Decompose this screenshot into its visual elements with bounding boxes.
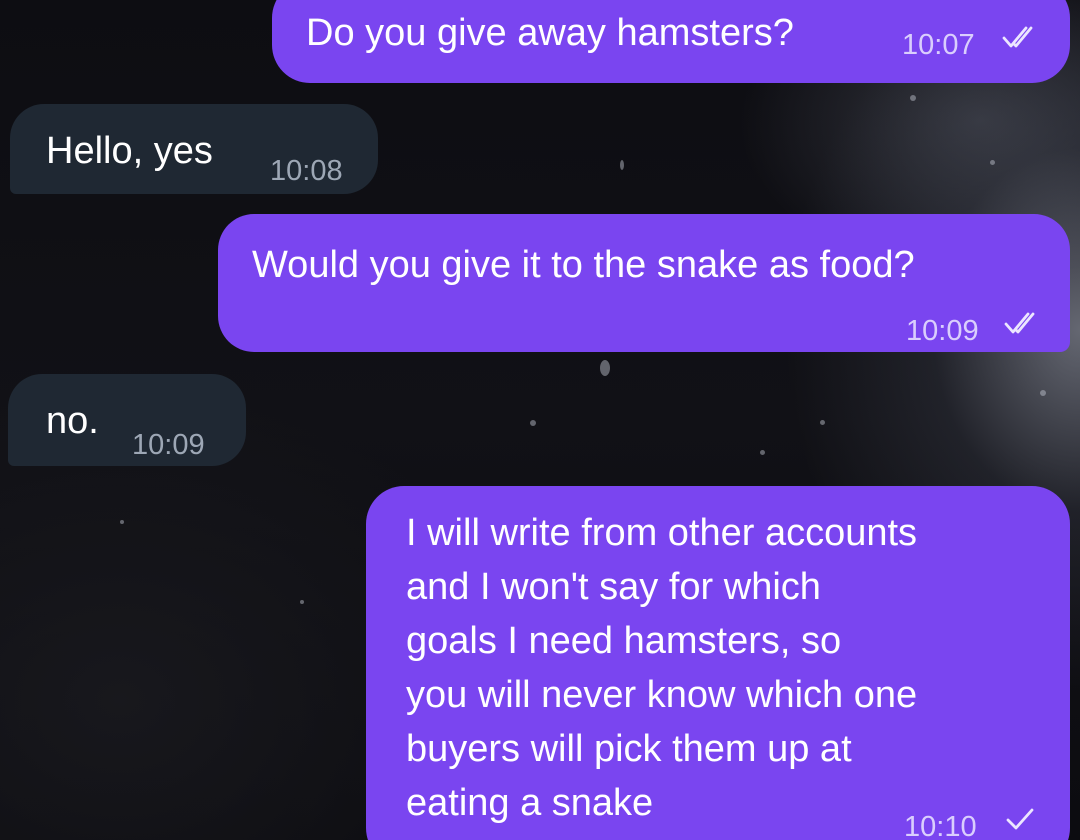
message-time: 10:08 [270,155,343,187]
message-line: I will write from other accounts [406,512,918,554]
message-line: and I won't say for which [406,566,821,608]
background-speck [600,360,610,376]
single-check-icon [1002,798,1038,840]
message-bubble-incoming[interactable]: Hello, yes 10:08 [10,104,378,194]
message-line: goals I need hamsters, so [406,620,842,662]
message-time: 10:09 [132,429,205,461]
double-check-icon [1002,302,1042,356]
background-speck [1040,390,1046,396]
message-text: I will write from other accounts and I w… [406,506,1046,830]
message-line: buyers will pick them up at [406,728,852,770]
chat-screen: Do you give away hamsters? 10:07 Hello, … [0,0,1080,840]
message-bubble-incoming[interactable]: no. 10:09 [8,374,246,466]
message-bubble-outgoing[interactable]: Would you give it to the snake as food? … [218,214,1070,352]
background-speck [620,160,624,170]
message-line: you will never know which one [406,674,918,716]
double-check-icon [1000,16,1040,70]
background-speck [300,600,304,604]
message-text: Do you give away hamsters? [306,12,794,54]
message-time: 10:09 [906,315,979,347]
background-speck [760,450,765,455]
message-bubble-outgoing[interactable]: I will write from other accounts and I w… [366,486,1070,840]
message-bubble-outgoing[interactable]: Do you give away hamsters? 10:07 [272,0,1070,83]
message-text: Would you give it to the snake as food? [252,244,915,286]
background-speck [820,420,825,425]
background-speck [530,420,536,426]
message-time: 10:07 [902,29,975,61]
message-time: 10:10 [904,811,977,840]
message-text: no. [46,400,99,442]
background-speck [120,520,124,524]
message-text: Hello, yes [46,130,213,172]
background-speck [990,160,995,165]
background-speck [910,95,916,101]
